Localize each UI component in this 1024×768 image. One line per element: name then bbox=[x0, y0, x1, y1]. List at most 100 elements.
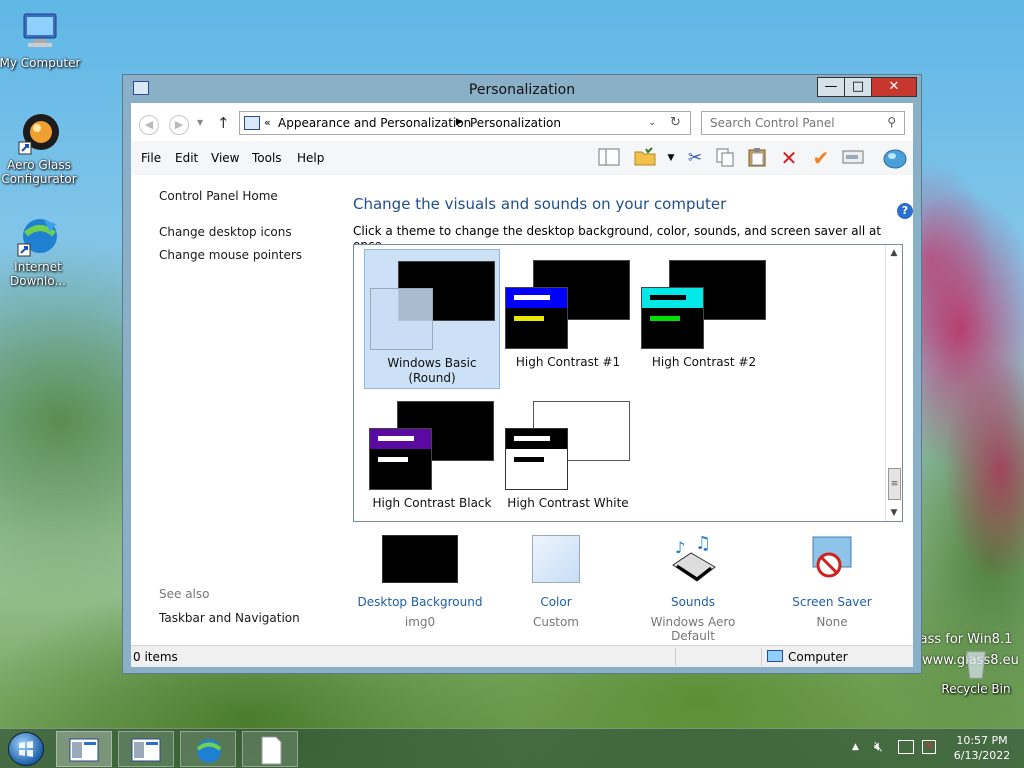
organize-dropdown-icon[interactable]: ▼ bbox=[659, 147, 683, 169]
theme-preview-text-line bbox=[378, 457, 408, 462]
close-button[interactable]: ✕ bbox=[871, 77, 917, 97]
breadcrumb-separator-icon[interactable]: ▶ bbox=[456, 117, 463, 127]
preview-pane-icon[interactable] bbox=[597, 147, 621, 169]
paste-icon[interactable] bbox=[745, 147, 769, 169]
recent-pages-dropdown-icon[interactable]: ▼ bbox=[197, 118, 203, 127]
sounds-setting[interactable]: ♪ ♫ Sounds Windows Aero Default bbox=[628, 533, 758, 643]
screen-saver-icon bbox=[807, 535, 857, 583]
theme-preview-text-line bbox=[514, 316, 544, 321]
internet-download-icon bbox=[196, 739, 222, 763]
refresh-icon[interactable]: ↻ bbox=[670, 115, 681, 130]
clock-time: 10:57 PM bbox=[956, 734, 1008, 747]
control-panel-icon bbox=[131, 738, 161, 762]
screen-saver-setting[interactable]: Screen Saver None bbox=[767, 535, 897, 629]
page-heading: Change the visuals and sounds on your co… bbox=[353, 195, 727, 213]
theme-list-scrollbar[interactable]: ▲ ≡ ▼ bbox=[885, 245, 902, 521]
show-hidden-icons-icon[interactable]: ▲ bbox=[852, 742, 859, 752]
menu-help[interactable]: Help bbox=[297, 151, 324, 165]
rename-icon[interactable] bbox=[841, 147, 865, 169]
change-mouse-pointers-link[interactable]: Change mouse pointers bbox=[159, 248, 302, 262]
address-row: ◀ ▶ ▼ ↑ « Appearance and Personalization… bbox=[131, 103, 913, 141]
desktop-icon-label: Aero Glass Configurator bbox=[1, 158, 77, 186]
theme-high-contrast-black[interactable]: High Contrast Black bbox=[364, 390, 500, 530]
forward-button[interactable]: ▶ bbox=[169, 115, 189, 135]
theme-label: High Contrast White bbox=[507, 496, 629, 510]
delete-icon[interactable]: ✕ bbox=[777, 147, 801, 169]
cut-icon[interactable]: ✂ bbox=[683, 147, 707, 169]
system-clock[interactable]: 10:57 PM 6/13/2022 bbox=[942, 733, 1022, 763]
folder-options-icon[interactable] bbox=[633, 147, 657, 169]
theme-preview-title-line bbox=[514, 436, 550, 441]
start-button[interactable] bbox=[8, 732, 44, 766]
search-icon[interactable]: ⚲ bbox=[887, 115, 896, 129]
window-title: Personalization bbox=[468, 82, 576, 98]
window-client: ◀ ▶ ▼ ↑ « Appearance and Personalization… bbox=[131, 103, 913, 667]
view-options-icon[interactable] bbox=[883, 147, 907, 169]
control-panel-icon bbox=[69, 738, 99, 762]
taskbar-button-internet-download[interactable] bbox=[180, 731, 236, 767]
status-location: Computer bbox=[788, 650, 848, 664]
control-panel-home-link[interactable]: Control Panel Home bbox=[159, 189, 278, 203]
breadcrumb-overflow[interactable]: « bbox=[264, 116, 271, 129]
theme-preview-title-line bbox=[514, 295, 550, 300]
theme-preview-title-line bbox=[378, 436, 414, 441]
scroll-down-icon[interactable]: ▼ bbox=[886, 505, 902, 521]
taskbar: ▲ 🔇︎ ✕ 10:57 PM 6/13/2022 bbox=[0, 728, 1024, 768]
menu-edit[interactable]: Edit bbox=[175, 151, 198, 165]
action-center-icon[interactable]: ✕ bbox=[922, 740, 936, 754]
recycle-bin-icon bbox=[954, 646, 998, 680]
desktop-icon-aero-glass[interactable]: Aero Glass Configurator bbox=[0, 112, 81, 186]
desktop-icon-label: Internet Downlo... bbox=[10, 260, 66, 288]
setting-label[interactable]: Desktop Background bbox=[355, 595, 485, 609]
color-setting[interactable]: Color Custom bbox=[491, 535, 621, 629]
taskbar-navigation-link[interactable]: Taskbar and Navigation bbox=[159, 611, 300, 625]
aero-glass-icon bbox=[17, 112, 61, 156]
menu-tools[interactable]: Tools bbox=[252, 151, 282, 165]
theme-label: High Contrast #1 bbox=[515, 355, 621, 369]
breadcrumb-personalization[interactable]: Personalization bbox=[470, 116, 561, 130]
taskbar-button-document[interactable] bbox=[242, 731, 298, 767]
search-input[interactable] bbox=[710, 115, 880, 131]
scroll-up-icon[interactable]: ▲ bbox=[886, 245, 902, 261]
copy-icon[interactable] bbox=[713, 147, 737, 169]
minimize-button[interactable]: — bbox=[817, 77, 845, 97]
setting-label[interactable]: Sounds bbox=[628, 595, 758, 609]
personalization-window: Personalization — □ ✕ ◀ ▶ ▼ ↑ « Appearan… bbox=[122, 74, 922, 674]
desktop-icon-recycle-bin[interactable]: Recycle Bin bbox=[934, 646, 1018, 696]
address-dropdown-icon[interactable]: ⌄ bbox=[648, 117, 656, 128]
theme-high-contrast-2[interactable]: High Contrast #2 bbox=[636, 249, 772, 389]
search-box[interactable]: ⚲ bbox=[701, 111, 905, 135]
breadcrumb-appearance[interactable]: Appearance and Personalization bbox=[278, 116, 471, 130]
desktop-icon-my-computer[interactable]: My Computer bbox=[0, 10, 82, 70]
maximize-button[interactable]: □ bbox=[844, 77, 872, 97]
menu-bar: File Edit View Tools Help ▼ ✂ ✕ ✔ bbox=[131, 141, 913, 175]
taskbar-button-explorer-1[interactable] bbox=[56, 731, 112, 767]
clock-date: 6/13/2022 bbox=[953, 749, 1011, 762]
volume-muted-icon[interactable]: 🔇︎ bbox=[874, 739, 883, 755]
title-bar[interactable]: Personalization — □ ✕ bbox=[123, 75, 921, 103]
desktop-icon-internet-download[interactable]: Internet Downlo... bbox=[0, 214, 80, 288]
scroll-thumb[interactable]: ≡ bbox=[888, 468, 901, 500]
setting-value: Windows Aero Default bbox=[650, 615, 736, 643]
properties-check-icon[interactable]: ✔ bbox=[809, 147, 833, 169]
document-icon bbox=[261, 736, 282, 765]
menu-file[interactable]: File bbox=[141, 151, 161, 165]
setting-value: Custom bbox=[533, 615, 579, 629]
theme-high-contrast-1[interactable]: High Contrast #1 bbox=[500, 249, 636, 389]
theme-windows-basic-round[interactable]: Windows Basic (Round) bbox=[364, 249, 500, 389]
status-divider bbox=[675, 648, 676, 666]
setting-label[interactable]: Color bbox=[491, 595, 621, 609]
see-also-label: See also bbox=[159, 587, 210, 601]
help-icon[interactable]: ? bbox=[897, 203, 913, 219]
menu-view[interactable]: View bbox=[211, 151, 239, 165]
change-desktop-icons-link[interactable]: Change desktop icons bbox=[159, 225, 292, 239]
setting-label[interactable]: Screen Saver bbox=[767, 595, 897, 609]
address-bar[interactable]: « Appearance and Personalization ▶ Perso… bbox=[239, 111, 691, 135]
theme-high-contrast-white[interactable]: High Contrast White bbox=[500, 390, 636, 530]
taskbar-button-explorer-2[interactable] bbox=[118, 731, 174, 767]
back-button[interactable]: ◀ bbox=[139, 115, 159, 135]
status-divider bbox=[761, 648, 762, 666]
up-button[interactable]: ↑ bbox=[217, 114, 230, 132]
network-icon[interactable] bbox=[898, 740, 914, 754]
desktop-background-setting[interactable]: Desktop Background img0 bbox=[355, 535, 485, 629]
